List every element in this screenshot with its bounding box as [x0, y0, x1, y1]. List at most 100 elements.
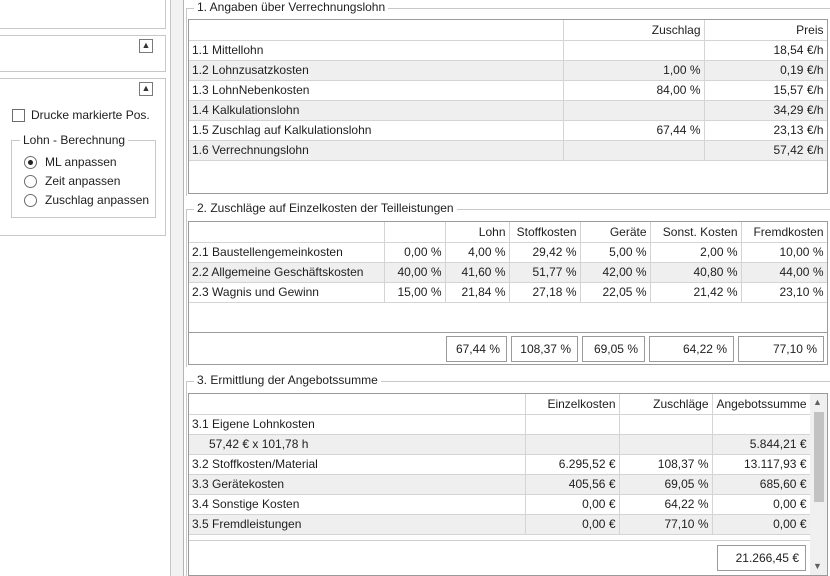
cell-einzelkosten[interactable]: 6.295,52 €	[525, 454, 620, 475]
scrollbar-thumb[interactable]	[814, 412, 824, 502]
table-row[interactable]: 57,42 € x 101,78 h 5.844,21 €	[189, 434, 811, 455]
table-row[interactable]: 1.6 Verrechnungslohn 57,42 €/h	[189, 140, 827, 161]
cell-einzelkosten[interactable]: 405,56 €	[525, 474, 620, 495]
table-row[interactable]: 1.3 LohnNebenkosten 84,00 % 15,57 €/h	[189, 80, 827, 101]
cell-einzelkosten[interactable]	[525, 414, 620, 435]
cell-zuschlaege[interactable]: 64,22 %	[619, 494, 713, 515]
cell-geraete[interactable]: 42,00 %	[580, 262, 651, 283]
table-row[interactable]: 1.2 Lohnzusatzkosten 1,00 % 0,19 €/h	[189, 60, 827, 81]
cell-angebotssumme[interactable]	[712, 414, 811, 435]
radio-zuschlag-anpassen-label: Zuschlag anpassen	[45, 193, 150, 207]
cell-zuschlaege[interactable]	[619, 434, 713, 455]
section1-title: 1. Angaben über Verrechnungslohn	[194, 0, 389, 14]
table-row[interactable]: 3.1 Eigene Lohnkosten	[189, 414, 811, 435]
cell-value[interactable]: 40,00 %	[384, 262, 446, 283]
cell-angebotssumme[interactable]: 0,00 €	[712, 514, 811, 535]
table-row[interactable]: 1.5 Zuschlag auf Kalkulationslohn 67,44 …	[189, 120, 827, 141]
panel-splitter[interactable]	[171, 0, 184, 576]
cell-einzelkosten[interactable]	[525, 434, 620, 455]
collapsed-panel-top	[0, 0, 166, 29]
total-stoffkosten: 108,37 %	[511, 336, 578, 362]
cell-preis[interactable]: 15,57 €/h	[704, 80, 827, 101]
total-lohn: 67,44 %	[446, 336, 507, 362]
cell-fremdkosten[interactable]: 23,10 %	[741, 282, 827, 303]
table-row[interactable]: 2.1 Baustellengemeinkosten 0,00 % 4,00 %…	[189, 242, 827, 263]
row-label: 57,42 € x 101,78 h	[189, 434, 526, 455]
print-marked-checkbox[interactable]	[12, 109, 25, 122]
column-header-preis: Preis	[704, 20, 827, 41]
cell-preis[interactable]: 23,13 €/h	[704, 120, 827, 141]
cell-lohn[interactable]: 4,00 %	[445, 242, 510, 263]
row-label: 3.4 Sonstige Kosten	[189, 494, 526, 515]
cell-einzelkosten[interactable]: 0,00 €	[525, 494, 620, 515]
table-row[interactable]: 3.3 Gerätekosten 405,56 € 69,05 % 685,60…	[189, 474, 811, 495]
cell-stoffkosten[interactable]: 29,42 %	[509, 242, 581, 263]
cell-sonst-kosten[interactable]: 2,00 %	[650, 242, 742, 263]
cell-angebotssumme[interactable]: 13.117,93 €	[712, 454, 811, 475]
table-row[interactable]: 3.4 Sonstige Kosten 0,00 € 64,22 % 0,00 …	[189, 494, 811, 515]
row-label: 3.5 Fremdleistungen	[189, 514, 526, 535]
column-header	[384, 222, 446, 243]
cell-zuschlaege[interactable]: 77,10 %	[619, 514, 713, 535]
print-marked-label: Drucke markierte Pos.	[31, 108, 150, 122]
radio-zeit-anpassen[interactable]	[24, 175, 37, 188]
row-label: 3.3 Gerätekosten	[189, 474, 526, 495]
cell-preis[interactable]: 0,19 €/h	[704, 60, 827, 81]
cell-zuschlaege[interactable]: 69,05 %	[619, 474, 713, 495]
cell-zuschlag[interactable]: 1,00 %	[563, 60, 705, 81]
cell-lohn[interactable]: 41,60 %	[445, 262, 510, 283]
cell-zuschlag[interactable]	[563, 40, 705, 61]
vertical-scrollbar[interactable]: ▲ ▼	[810, 394, 827, 575]
cell-value[interactable]: 15,00 %	[384, 282, 446, 303]
cell-zuschlag[interactable]	[563, 140, 705, 161]
cell-sonst-kosten[interactable]: 40,80 %	[650, 262, 742, 283]
radio-ml-anpassen[interactable]	[24, 156, 37, 169]
cell-zuschlaege[interactable]: 108,37 %	[619, 454, 713, 475]
cell-zuschlag[interactable]: 67,44 %	[563, 120, 705, 141]
cell-angebotssumme[interactable]: 5.844,21 €	[712, 434, 811, 455]
left-panel: ▲ ▲ Drucke markierte Pos. Lohn - Berechn…	[0, 0, 171, 576]
row-label: 3.2 Stoffkosten/Material	[189, 454, 526, 475]
angebotssumme-total: 21.266,45 €	[717, 545, 806, 571]
column-header-zuschlag: Zuschlag	[563, 20, 705, 41]
column-header-lohn: Lohn	[445, 222, 510, 243]
collapse-up-icon[interactable]: ▲	[139, 82, 153, 96]
verrechnungslohn-table: Zuschlag Preis 1.1 Mittellohn 18,54 €/h …	[188, 19, 828, 194]
cell-fremdkosten[interactable]: 10,00 %	[741, 242, 827, 263]
cell-geraete[interactable]: 22,05 %	[580, 282, 651, 303]
table-row[interactable]: 3.2 Stoffkosten/Material 6.295,52 € 108,…	[189, 454, 811, 475]
row-label: 2.2 Allgemeine Geschäftskosten	[189, 262, 385, 283]
lohn-berechnung-group: Lohn - Berechnung ML anpassen Zeit anpas…	[11, 133, 156, 218]
cell-angebotssumme[interactable]: 685,60 €	[712, 474, 811, 495]
scroll-down-icon[interactable]: ▼	[813, 561, 822, 571]
column-header	[189, 20, 564, 41]
cell-angebotssumme[interactable]: 0,00 €	[712, 494, 811, 515]
cell-einzelkosten[interactable]: 0,00 €	[525, 514, 620, 535]
cell-stoffkosten[interactable]: 27,18 %	[509, 282, 581, 303]
cell-fremdkosten[interactable]: 44,00 %	[741, 262, 827, 283]
scroll-up-icon[interactable]: ▲	[813, 397, 822, 407]
cell-stoffkosten[interactable]: 51,77 %	[509, 262, 581, 283]
zuschlaege-table: Lohn Stoffkosten Geräte Sonst. Kosten Fr…	[188, 221, 828, 365]
cell-preis[interactable]: 34,29 €/h	[704, 100, 827, 121]
cell-geraete[interactable]: 5,00 %	[580, 242, 651, 263]
cell-zuschlag[interactable]	[563, 100, 705, 121]
row-label: 2.3 Wagnis und Gewinn	[189, 282, 385, 303]
cell-preis[interactable]: 57,42 €/h	[704, 140, 827, 161]
section3-title: 3. Ermittlung der Angebotssumme	[194, 373, 381, 387]
cell-zuschlaege[interactable]	[619, 414, 713, 435]
cell-preis[interactable]: 18,54 €/h	[704, 40, 827, 61]
collapse-up-icon[interactable]: ▲	[139, 39, 153, 53]
cell-value[interactable]: 0,00 %	[384, 242, 446, 263]
radio-zuschlag-anpassen[interactable]	[24, 194, 37, 207]
table-row[interactable]: 2.2 Allgemeine Geschäftskosten 40,00 % 4…	[189, 262, 827, 283]
table-row[interactable]: 1.1 Mittellohn 18,54 €/h	[189, 40, 827, 61]
cell-sonst-kosten[interactable]: 21,42 %	[650, 282, 742, 303]
cell-zuschlag[interactable]: 84,00 %	[563, 80, 705, 101]
cell-lohn[interactable]: 21,84 %	[445, 282, 510, 303]
print-options-panel: ▲ Drucke markierte Pos. Lohn - Berechnun…	[0, 78, 166, 236]
table-row[interactable]: 1.4 Kalkulationslohn 34,29 €/h	[189, 100, 827, 121]
table-row[interactable]: 3.5 Fremdleistungen 0,00 € 77,10 % 0,00 …	[189, 514, 811, 535]
row-label: 2.1 Baustellengemeinkosten	[189, 242, 385, 263]
table-row[interactable]: 2.3 Wagnis und Gewinn 15,00 % 21,84 % 27…	[189, 282, 827, 303]
